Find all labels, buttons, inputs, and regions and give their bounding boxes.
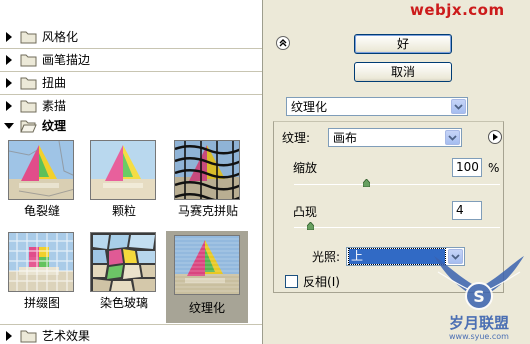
thumb-mosaic-tiles[interactable]: 马赛克拼贴: [168, 137, 248, 227]
watermark-brand-url: www.syue.com: [449, 332, 509, 341]
watermark-logo: S 岁月联盟 www.syue.com: [434, 256, 524, 341]
thumb-label: 拼缀图: [23, 296, 60, 310]
category-label: 艺术效果: [42, 329, 91, 343]
thumb-craquelure[interactable]: 龟裂缝: [2, 137, 82, 227]
invert-label-text: 反相: [303, 275, 328, 289]
relief-label: 凸现: [293, 205, 318, 219]
thumb-label: 颗粒: [111, 204, 136, 218]
thumb-image: [8, 140, 74, 200]
dropdown-icon: [445, 130, 460, 145]
thumb-image: [90, 232, 156, 292]
folder-icon: [20, 54, 37, 67]
expand-arrow-icon[interactable]: [4, 30, 14, 44]
scaling-slider-thumb[interactable]: [362, 179, 370, 187]
category-label: 纹理: [42, 119, 67, 133]
scaling-unit: %: [488, 161, 500, 175]
folder-icon: [20, 77, 37, 90]
category-stylize[interactable]: 风格化: [0, 26, 262, 49]
scaling-label: 缩放: [293, 161, 318, 175]
double-chevron-up-icon: [279, 39, 287, 47]
svg-text:S: S: [473, 287, 485, 306]
thumb-label: 龟裂缝: [23, 204, 60, 218]
watermark-brand-text: 岁月联盟: [449, 314, 509, 332]
relief-slider-track[interactable]: [294, 227, 500, 228]
expand-arrow-icon[interactable]: [4, 53, 14, 67]
folder-open-icon: [20, 120, 37, 133]
collapse-arrow-icon[interactable]: [4, 119, 14, 133]
category-label: 素描: [42, 99, 67, 113]
scaling-slider-track[interactable]: [294, 184, 500, 185]
collapse-panel-button[interactable]: [276, 36, 290, 50]
filter-select[interactable]: 纹理化: [286, 97, 468, 116]
thumb-image: [8, 232, 74, 292]
texture-label: 纹理:: [282, 131, 311, 145]
thumb-label: 染色玻璃: [99, 296, 148, 310]
folder-icon: [20, 100, 37, 113]
watermark-site-text: webjx.com: [410, 1, 505, 19]
category-label: 风格化: [42, 30, 79, 44]
category-label: 画笔描边: [42, 53, 91, 67]
thumb-label: 纹理化: [188, 301, 225, 315]
ok-button[interactable]: 好: [354, 34, 452, 54]
texture-menu-button[interactable]: [488, 130, 502, 144]
filter-gallery-list: 风格化 画笔描边 扭曲 素描 纹理 龟裂缝 颗粒 马赛克拼贴 拼缀图 染色玻璃 …: [0, 0, 263, 344]
expand-arrow-icon[interactable]: [4, 99, 14, 113]
light-label: 光照:: [312, 250, 341, 264]
category-brush-strokes[interactable]: 画笔描边: [0, 49, 262, 72]
category-label: 扭曲: [42, 76, 67, 90]
texture-select[interactable]: 画布: [328, 128, 462, 147]
relief-input[interactable]: 4: [452, 201, 482, 220]
category-texture[interactable]: 纹理: [0, 115, 262, 138]
filter-select-value: 纹理化: [291, 100, 328, 114]
invert-shortcut: (I): [327, 275, 340, 289]
expand-arrow-icon[interactable]: [4, 76, 14, 90]
thumb-texturizer[interactable]: 纹理化: [166, 231, 248, 323]
expand-arrow-icon[interactable]: [4, 329, 14, 343]
dropdown-icon: [451, 99, 466, 114]
folder-icon: [20, 330, 37, 343]
thumb-image: [174, 140, 240, 200]
folder-icon: [20, 31, 37, 44]
thumb-image: [174, 235, 240, 295]
thumb-label: 马赛克拼贴: [177, 204, 238, 218]
invert-checkbox[interactable]: [285, 275, 298, 288]
cancel-button[interactable]: 取消: [354, 62, 452, 82]
relief-slider-thumb[interactable]: [306, 222, 314, 230]
thumb-stained-glass[interactable]: 染色玻璃: [84, 229, 164, 319]
category-artistic[interactable]: 艺术效果: [0, 324, 262, 344]
thumbnail-grid: 龟裂缝 颗粒 马赛克拼贴 拼缀图 染色玻璃 纹理化: [0, 137, 262, 325]
scaling-input[interactable]: 100: [452, 158, 482, 177]
thumb-image: [90, 140, 156, 200]
category-distort[interactable]: 扭曲: [0, 72, 262, 95]
thumb-grain[interactable]: 颗粒: [84, 137, 164, 227]
texture-select-value: 画布: [333, 131, 358, 145]
thumb-patchwork[interactable]: 拼缀图: [2, 229, 82, 319]
invert-label[interactable]: 反相(I): [303, 275, 340, 289]
play-arrow-icon: [493, 133, 498, 141]
